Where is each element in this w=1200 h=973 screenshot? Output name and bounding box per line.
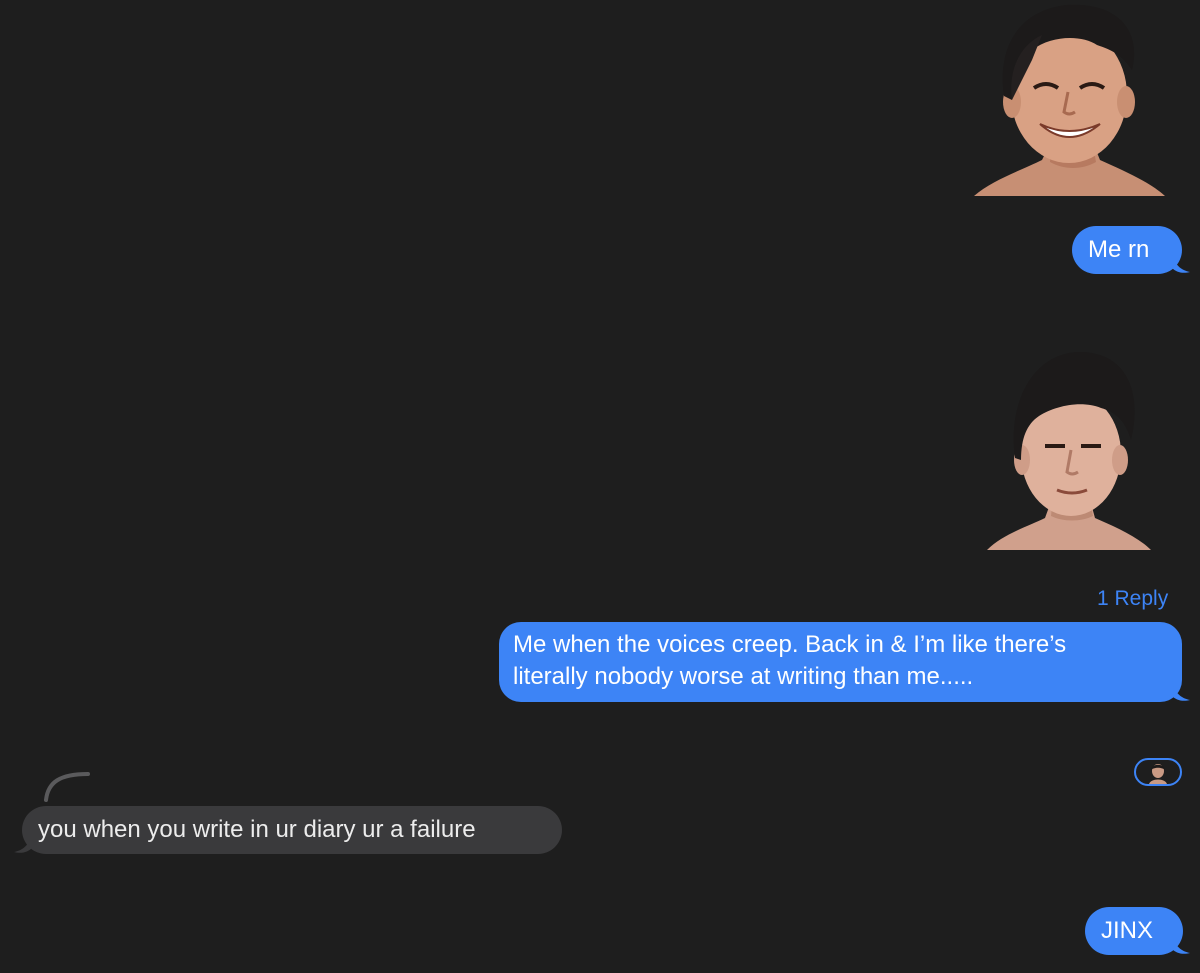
bubble-tail-icon [14,832,32,853]
reply-count-link[interactable]: 1 Reply [1097,586,1168,612]
message-text: you when you write in ur diary ur a fail… [38,816,476,843]
sent-message-bubble[interactable]: JINX [1085,907,1183,955]
thread-curve-icon [44,772,90,802]
smiling-face-sticker[interactable] [972,0,1167,198]
bubble-tail-icon [1172,680,1190,701]
sent-message-bubble[interactable]: Me rn [1072,226,1182,274]
neutral-face-sticker[interactable] [985,350,1153,552]
sent-message-bubble[interactable]: Me when the voices creep. Back in & I’m … [499,622,1182,702]
message-text: Me rn [1088,236,1150,263]
message-text-line: Me when the voices creep. Back in & I’m … [513,631,1067,658]
message-text-line: literally nobody worse at writing than m… [513,663,974,690]
message-text: JINX [1101,917,1154,944]
avatar-icon[interactable] [1134,758,1182,786]
bubble-tail-icon [1172,933,1190,954]
bubble-tail-icon [1172,252,1190,273]
received-message-bubble[interactable]: you when you write in ur diary ur a fail… [22,806,562,854]
